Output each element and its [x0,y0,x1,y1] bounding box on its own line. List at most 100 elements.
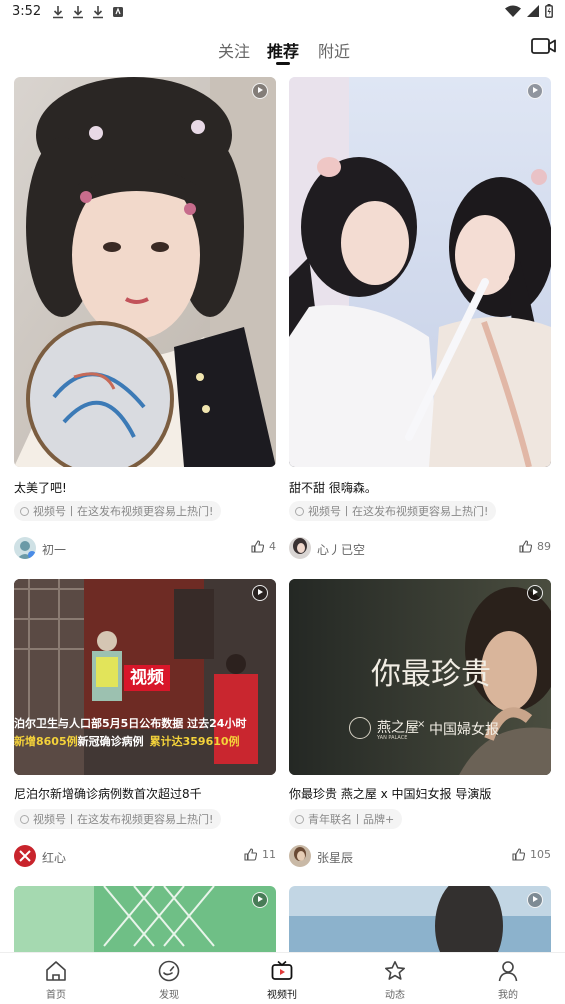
avatar[interactable] [14,537,36,559]
video-play-icon [252,892,268,908]
nav-label: 发现 [159,990,179,1001]
feed-card[interactable]: 甜不甜 很嗨森。 视频号丨在这发布视频更容易上热门! 心丿已空 89 [289,77,551,567]
download-icon [93,6,103,19]
nav-label: 动态 [385,990,405,1001]
subtitle-line-2: 新增8605例新冠确诊病例 累计达359610例 [14,733,276,749]
discover-icon [158,960,180,982]
video-thumbnail[interactable] [289,77,551,467]
wifi-icon [505,5,521,17]
topic-label: 视频号丨在这发布视频更容易上热门! [33,813,214,826]
signal-icon [527,5,539,17]
tab-recommended[interactable]: 推荐 [267,38,299,62]
like-count: 4 [269,540,276,553]
battery-icon [545,4,553,18]
avatar[interactable] [289,845,311,867]
status-time: 3:52 [12,4,42,19]
topic-label: 视频号丨在这发布视频更容易上热门! [308,505,489,518]
like-count: 105 [530,848,551,861]
subtitle-highlight: 新增8605例 [14,735,78,748]
topic-tag[interactable]: 视频号丨在这发布视频更容易上热门! [14,501,222,521]
thumbs-up-icon [244,848,257,861]
download-icon [53,6,63,19]
video-play-icon [527,83,543,99]
topic-tag[interactable]: 青年联名丨品牌+ [289,809,403,829]
thumbs-up-icon [519,540,532,553]
status-bar: 3:52 [0,0,565,24]
like-count: 89 [537,540,551,553]
nav-label: 我的 [498,990,518,1001]
video-thumbnail[interactable] [14,77,276,467]
like-button[interactable]: 11 [244,848,276,861]
nav-discover[interactable]: 发现 [139,959,199,1001]
avatar[interactable] [289,537,311,559]
thumbnail-image [14,77,276,467]
star-icon [385,961,405,980]
bottom-nav: 首页 发现 视频刊 动态 我的 [0,952,565,1004]
subtitle-text: 新冠确诊病例 [77,735,144,748]
card-title: 你最珍贵 燕之屋 x 中国妇女报 导演版 [289,787,492,801]
nav-label: 视频刊 [267,990,297,1001]
video-play-icon [252,585,268,601]
download-icon [73,6,83,19]
brand-subname: YAN PALACE [377,735,408,741]
subtitle-highlight: 累计达359610例 [149,735,240,748]
nav-activity[interactable]: 动态 [365,959,425,1001]
like-button[interactable]: 105 [512,848,551,861]
card-title: 尼泊尔新增确诊病例数首次超过8千 [14,787,202,801]
card-title: 甜不甜 很嗨森。 [289,481,377,495]
video-play-icon [252,83,268,99]
author-name[interactable]: 心丿已空 [317,541,365,558]
topic-tag[interactable]: 视频号丨在这发布视频更容易上热门! [289,501,497,521]
collab-x: × [417,719,426,730]
like-count: 11 [262,848,276,861]
topic-icon [295,814,304,824]
topic-icon [20,814,29,824]
avatar[interactable] [14,845,36,867]
nav-home[interactable]: 首页 [26,959,86,1001]
profile-icon [498,961,518,982]
like-button[interactable]: 4 [251,540,276,553]
camera-icon[interactable] [531,36,557,56]
brand-name: 燕之屋 [377,720,419,736]
feed-card[interactable]: 你最珍贵 燕之屋 YAN PALACE × 中国婦女报 你最珍贵 燕之屋 x 中… [289,579,551,869]
feed-card[interactable]: 太美了吧! 视频号丨在这发布视频更容易上热门! 初一 4 [14,77,276,567]
author-row: 红心 11 [14,845,276,869]
video-thumbnail[interactable]: 视频 泊尔卫生与人口部5月5日公布数据 过去24小时 新增8605例新冠确诊病例… [14,579,276,775]
topic-tag[interactable]: 视频号丨在这发布视频更容易上热门! [14,809,222,829]
news-logo: 视频 [124,665,170,691]
video-play-icon [527,585,543,601]
notification-app-icon [113,7,123,17]
author-name[interactable]: 张星辰 [317,849,353,866]
like-button[interactable]: 89 [519,540,551,553]
topic-icon [295,506,304,516]
video-tv-icon [271,960,293,980]
thumbs-up-icon [251,540,264,553]
author-row: 心丿已空 89 [289,537,551,561]
active-tab-indicator [276,62,290,65]
tab-nearby[interactable]: 附近 [318,38,350,62]
home-icon [46,961,66,981]
topic-label: 视频号丨在这发布视频更容易上热门! [33,505,214,518]
nav-profile[interactable]: 我的 [478,959,538,1001]
video-play-icon [527,892,543,908]
ad-headline: 你最珍贵 [371,657,491,692]
subtitle-line-1: 泊尔卫生与人口部5月5日公布数据 过去24小时 [14,717,247,730]
feed-card[interactable]: 视频 泊尔卫生与人口部5月5日公布数据 过去24小时 新增8605例新冠确诊病例… [14,579,276,869]
author-row: 张星辰 105 [289,845,551,869]
topic-label: 青年联名丨品牌+ [308,813,395,826]
brand-emblem [349,717,371,739]
feed-card[interactable] [14,886,276,966]
card-title: 太美了吧! [14,481,67,495]
thumbs-up-icon [512,848,525,861]
feed-card[interactable] [289,886,551,966]
thumbnail-image [289,77,551,467]
nav-label: 首页 [46,990,66,1001]
tab-following[interactable]: 关注 [218,38,250,62]
topic-icon [20,506,29,516]
partner-name: 中国婦女报 [429,722,499,738]
author-row: 初一 4 [14,537,276,561]
video-thumbnail[interactable]: 你最珍贵 燕之屋 YAN PALACE × 中国婦女报 [289,579,551,775]
author-name[interactable]: 初一 [42,541,66,558]
author-name[interactable]: 红心 [42,849,66,866]
nav-video[interactable]: 视频刊 [252,959,312,1001]
